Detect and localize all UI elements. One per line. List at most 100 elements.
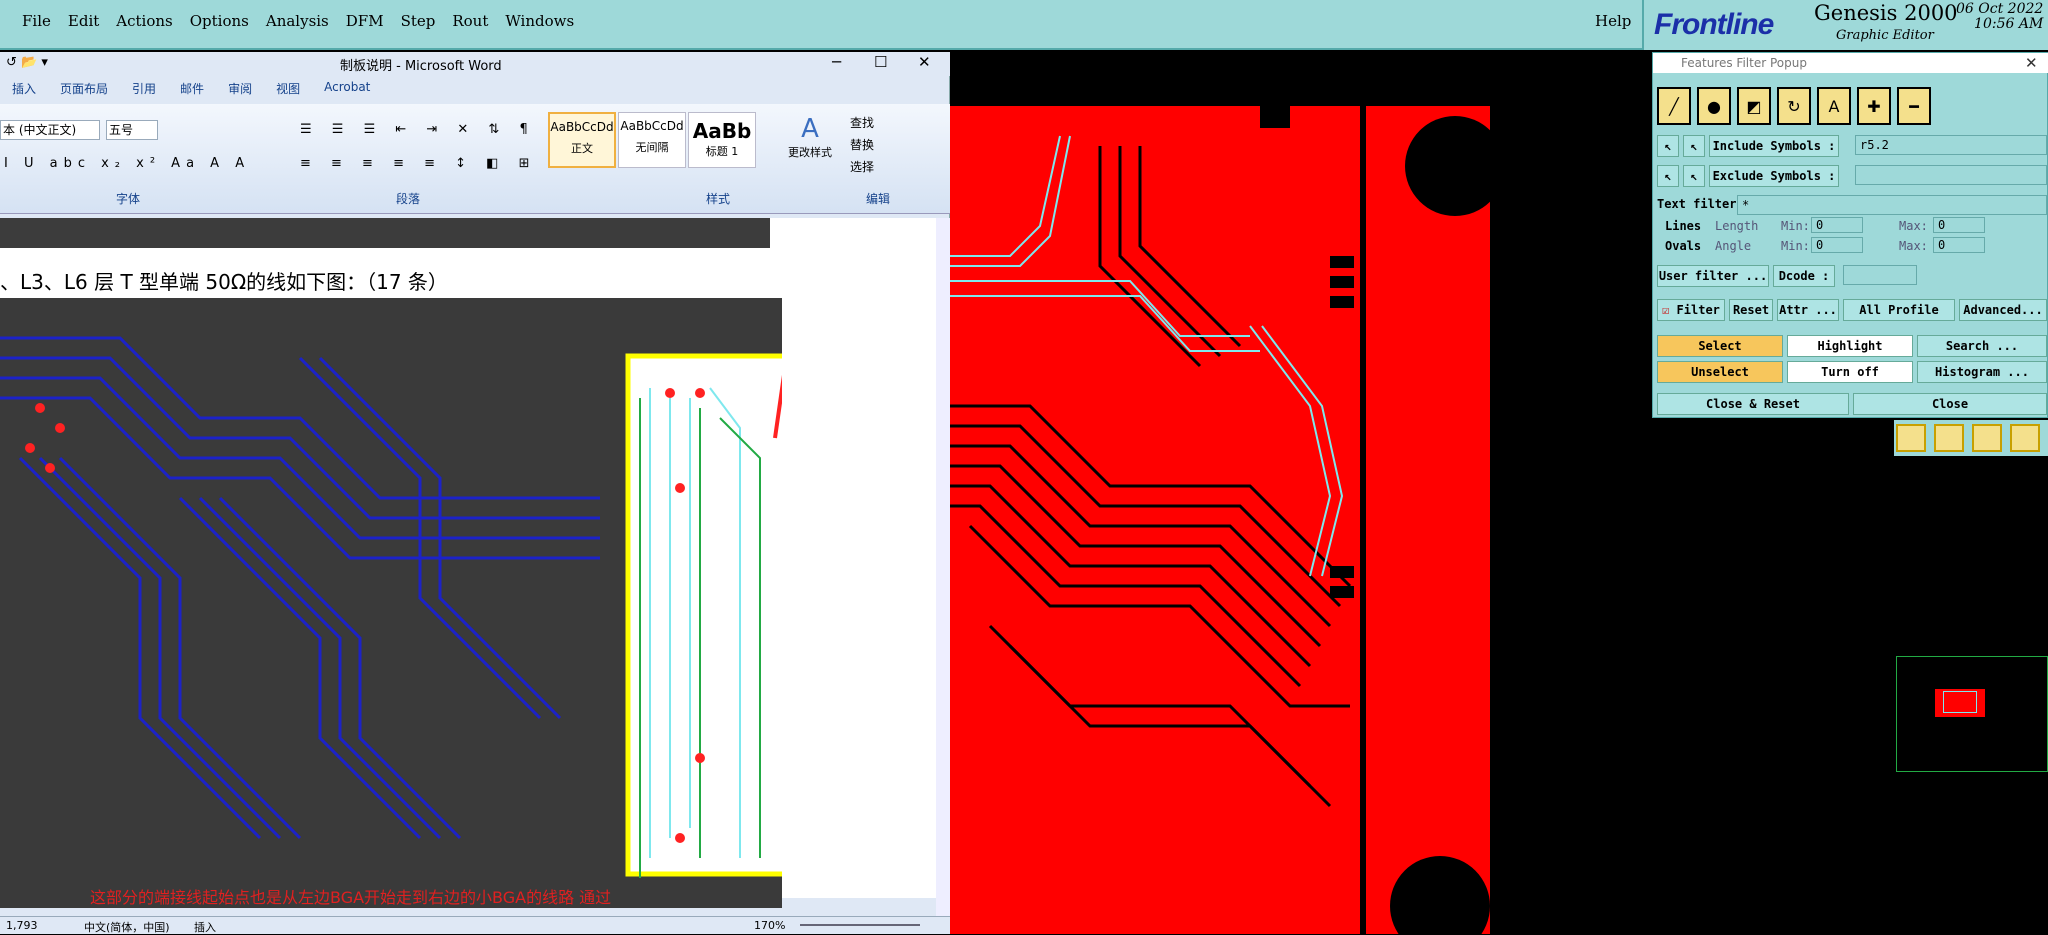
exclude-symbols-field[interactable]	[1855, 165, 2047, 185]
style-heading1[interactable]: AaBb 标题 1	[688, 112, 756, 168]
menu-edit[interactable]: Edit	[68, 12, 99, 30]
user-filter-button[interactable]: User filter ...	[1657, 265, 1769, 287]
menu-windows[interactable]: Windows	[505, 12, 574, 30]
include-pick2-icon[interactable]: ↖	[1683, 135, 1705, 157]
close-reset-button[interactable]: Close & Reset	[1657, 393, 1849, 415]
menu-analysis[interactable]: Analysis	[266, 12, 329, 30]
font-format-icons[interactable]: I U abc x₂ x² Aa A A	[4, 156, 250, 171]
unselect-button[interactable]: Unselect	[1657, 361, 1783, 383]
include-symbols-field[interactable]: r5.2	[1855, 135, 2047, 155]
dcode-field[interactable]	[1843, 265, 1917, 285]
status-page: 1,793	[6, 919, 38, 932]
ovals-checkbox[interactable]: Ovals	[1665, 239, 1701, 253]
min-len-label: Min:	[1781, 219, 1810, 233]
popup-close-icon[interactable]: ✕	[2025, 54, 2038, 72]
replace-button[interactable]: 替换	[850, 134, 874, 156]
dcode-button[interactable]: Dcode :	[1773, 265, 1835, 287]
menu-help[interactable]: Help	[1595, 12, 1631, 30]
menu-step[interactable]: Step	[401, 12, 436, 30]
close-button[interactable]: Close	[1853, 393, 2047, 415]
length-checkbox[interactable]: Length	[1715, 219, 1758, 233]
reset-button[interactable]: Reset	[1729, 299, 1773, 321]
all-profile-select[interactable]: All Profile	[1843, 299, 1955, 321]
max-angle-field[interactable]: 0	[1933, 237, 1985, 253]
font-size-select[interactable]: 五号	[106, 120, 158, 140]
style-name: 标题 1	[705, 145, 739, 158]
alignment-icons[interactable]: ≡ ≡ ≡ ≡ ≡ ↕ ◧ ⊞	[300, 156, 537, 171]
word-statusbar: 1,793 中文(简体，中国) 插入 170%	[0, 916, 950, 934]
paragraph-icons[interactable]: ☰ ☰ ☰ ⇤ ⇥ ✕ ⇅ ¶	[300, 122, 536, 137]
style-name: 正文	[571, 142, 593, 155]
measure-tool-icon[interactable]	[2010, 424, 2040, 452]
maximize-icon[interactable]: ☐	[874, 53, 887, 71]
minimap[interactable]	[1896, 656, 2048, 772]
status-mode[interactable]: 插入	[194, 919, 216, 935]
text-filter-field[interactable]: *	[1737, 195, 2047, 215]
tab-insert[interactable]: 插入	[12, 80, 36, 102]
exclude-pick2-icon[interactable]: ↖	[1683, 165, 1705, 187]
style-sample: AaBbCcDd	[620, 119, 684, 133]
select-tool-icon[interactable]	[1934, 424, 1964, 452]
clock: 06 Oct 2022 10:56 AM	[1956, 2, 2043, 32]
text-tool-icon[interactable]: A	[1817, 87, 1851, 125]
negative-icon[interactable]: ━	[1897, 87, 1931, 125]
search-button[interactable]: Search ...	[1917, 335, 2047, 357]
attr-button[interactable]: Attr ...	[1777, 299, 1839, 321]
tab-layout[interactable]: 页面布局	[60, 80, 108, 102]
zoom-slider[interactable]	[800, 924, 920, 926]
board-top-black	[950, 52, 1652, 106]
change-styles-icon: A	[801, 114, 819, 144]
select-button[interactable]: 选择	[850, 156, 874, 178]
pcb-board-canvas[interactable]	[950, 106, 1490, 934]
tab-view[interactable]: 视图	[276, 80, 300, 102]
max-length-field[interactable]: 0	[1933, 217, 1985, 233]
find-button[interactable]: 查找	[850, 112, 874, 134]
turn-off-button[interactable]: Turn off	[1787, 361, 1913, 383]
menu-options[interactable]: Options	[190, 12, 249, 30]
popup-title: Features Filter Popup	[1681, 56, 1807, 70]
pointer-tool-icon[interactable]	[1896, 424, 1926, 452]
close-icon[interactable]: ✕	[918, 53, 931, 71]
zoom-tool-icon[interactable]	[1972, 424, 2002, 452]
font-name-select[interactable]: 本 (中文正文)	[0, 120, 100, 140]
menu-dfm[interactable]: DFM	[346, 12, 384, 30]
menu-actions[interactable]: Actions	[116, 12, 172, 30]
positive-icon[interactable]: ✚	[1857, 87, 1891, 125]
advanced-button[interactable]: Advanced...	[1959, 299, 2047, 321]
angle-checkbox[interactable]: Angle	[1715, 239, 1751, 253]
status-zoom[interactable]: 170%	[754, 919, 785, 932]
group-paragraph-label: 段落	[396, 192, 421, 206]
vertical-scrollbar[interactable]	[936, 218, 950, 916]
exclude-pick-icon[interactable]: ↖	[1657, 165, 1679, 187]
tab-acrobat[interactable]: Acrobat	[324, 80, 370, 102]
styles-gallery: AaBbCcDd 正文 AaBbCcDd 无间隔 AaBb 标题 1	[548, 112, 756, 168]
doc-image-top	[0, 218, 770, 248]
date-text: 06 Oct 2022	[1956, 1, 2044, 17]
change-styles-button[interactable]: A 更改样式	[782, 114, 838, 160]
menu-file[interactable]: File	[22, 12, 51, 30]
select-button[interactable]: Select	[1657, 335, 1783, 357]
surface-tool-icon[interactable]: ◩	[1737, 87, 1771, 125]
histogram-button[interactable]: Histogram ...	[1917, 361, 2047, 383]
include-pick-icon[interactable]: ↖	[1657, 135, 1679, 157]
tab-review[interactable]: 审阅	[228, 80, 252, 102]
quick-access-icon[interactable]: ↺ 📂 ▾	[6, 55, 48, 70]
doc-text-line: 、L3、L6 层 T 型单端 50Ω的线如下图：（17 条）	[0, 270, 448, 294]
include-symbols-button[interactable]: Include Symbols :	[1709, 135, 1839, 157]
line-tool-icon[interactable]: ╱	[1657, 87, 1691, 125]
pad-tool-icon[interactable]: ●	[1697, 87, 1731, 125]
filter-toggle[interactable]: ☑ Filter	[1657, 299, 1725, 321]
lines-checkbox[interactable]: Lines	[1665, 219, 1701, 233]
min-length-field[interactable]: 0	[1811, 217, 1863, 233]
exclude-symbols-button[interactable]: Exclude Symbols :	[1709, 165, 1839, 187]
style-normal[interactable]: AaBbCcDd 正文	[548, 112, 616, 168]
minimize-icon[interactable]: ─	[832, 53, 841, 71]
highlight-button[interactable]: Highlight	[1787, 335, 1913, 357]
menu-rout[interactable]: Rout	[452, 12, 488, 30]
tab-references[interactable]: 引用	[132, 80, 156, 102]
tab-mailings[interactable]: 邮件	[180, 80, 204, 102]
min-angle-field[interactable]: 0	[1811, 237, 1863, 253]
style-no-spacing[interactable]: AaBbCcDd 无间隔	[618, 112, 686, 168]
doc-bottom-text: 这部分的端接线起始点也是从左边BGA开始走到右边的小BGA的线路 通过	[90, 888, 612, 907]
arc-tool-icon[interactable]: ↻	[1777, 87, 1811, 125]
